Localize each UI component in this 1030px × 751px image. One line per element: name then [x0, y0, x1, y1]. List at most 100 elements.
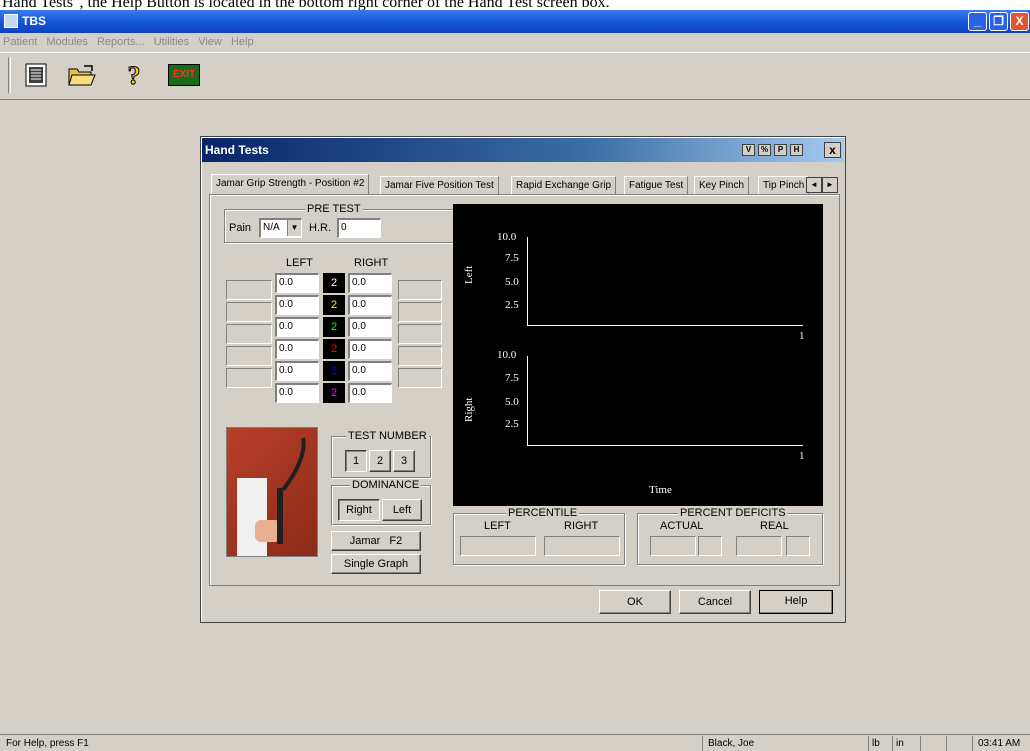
hand-dynamometer-icon [237, 437, 306, 556]
percent-button[interactable]: % [758, 144, 771, 156]
app-titlebar: TBS _ ❐ X [0, 10, 1030, 33]
x-axis-label: Time [649, 484, 672, 496]
y-tick-top-10: 10.0 [497, 231, 517, 243]
bottom-y-axis [527, 356, 528, 445]
tab-fatigue[interactable]: Fatigue Test [624, 176, 689, 194]
pretest-group: PRE TEST Pain N/A ▼ H.R. 0 [224, 203, 454, 243]
dominance-legend: DOMINANCE [350, 479, 422, 491]
right-trial-2[interactable]: 0.0 [348, 295, 392, 315]
y-tick-top-2-5: 2.5 [505, 299, 519, 311]
right-header: RIGHT [354, 257, 389, 269]
right-side-box [398, 280, 442, 300]
tab-strip: Jamar Grip Strength - Position #2 Jamar … [211, 174, 839, 194]
menu-reports[interactable]: Reports... [94, 33, 148, 48]
menu-patient[interactable]: Patient [0, 33, 40, 48]
tab-rapid-exchange[interactable]: Rapid Exchange Grip [511, 176, 617, 194]
tab-scroll-right-icon[interactable]: ► [822, 177, 838, 193]
status-user: Black, Joe [708, 738, 755, 749]
right-side-box [398, 346, 442, 366]
ok-button[interactable]: OK [599, 590, 671, 614]
deficits-actual-label: ACTUAL [660, 520, 704, 532]
y-tick-bottom-2-5: 2.5 [505, 418, 519, 430]
deficits-real-value [736, 536, 782, 556]
test-number-legend: TEST NUMBER [346, 430, 429, 442]
y-tick-bottom-7-5: 7.5 [505, 372, 519, 384]
right-trial-6[interactable]: 0.0 [348, 383, 392, 403]
left-trial-6[interactable]: 0.0 [275, 383, 319, 403]
jamar-f2-button[interactable]: Jamar F2 [331, 531, 421, 551]
test-number-1[interactable]: 1 [345, 450, 367, 472]
deficits-real-label: REAL [760, 520, 789, 532]
right-side-box [398, 368, 442, 388]
test-number-2[interactable]: 2 [369, 450, 391, 472]
menu-help[interactable]: Help [228, 33, 257, 48]
left-trial-1[interactable]: 0.0 [275, 273, 319, 293]
percentile-left-label: LEFT [484, 520, 511, 532]
trial-marker-4: 2 [323, 339, 345, 359]
status-divider [868, 736, 869, 751]
help-tool-button[interactable]: ? [118, 60, 150, 90]
minimize-button[interactable]: _ [968, 12, 987, 31]
single-graph-button[interactable]: Single Graph [331, 554, 421, 574]
restore-button[interactable]: ❐ [989, 12, 1008, 31]
status-unit-weight: lb [872, 738, 880, 749]
right-trial-5[interactable]: 0.0 [348, 361, 392, 381]
percentile-group: PERCENTILE LEFT RIGHT [453, 507, 625, 565]
p-button[interactable]: P [774, 144, 787, 156]
percentile-right-value [544, 536, 620, 556]
cancel-button[interactable]: Cancel [679, 590, 751, 614]
top-x-axis [527, 325, 803, 326]
pain-label: Pain [229, 222, 252, 234]
app-title: TBS [22, 14, 46, 28]
left-header: LEFT [286, 257, 313, 269]
hr-input[interactable]: 0 [337, 218, 381, 238]
svg-text:?: ? [128, 61, 141, 89]
left-trial-4[interactable]: 0.0 [275, 339, 319, 359]
right-trial-1[interactable]: 0.0 [348, 273, 392, 293]
tab-tip-pinch[interactable]: Tip Pinch [758, 176, 810, 194]
left-trial-3[interactable]: 0.0 [275, 317, 319, 337]
tab-jamar-grip[interactable]: Jamar Grip Strength - Position #2 [211, 174, 370, 194]
right-side-box [398, 324, 442, 344]
tab-scroll: ◄ ► [806, 177, 838, 193]
deficits-legend: PERCENT DEFICITS [678, 507, 788, 519]
y-tick-bottom-10: 10.0 [497, 349, 517, 361]
grip-graph: Left 10.0 7.5 5.0 2.5 1 Right 10.0 7.5 5… [453, 204, 823, 506]
h-button[interactable]: H [790, 144, 803, 156]
dialog-title: Hand Tests [205, 143, 269, 157]
dialog-close-button[interactable]: x [824, 142, 841, 158]
tab-key-pinch[interactable]: Key Pinch [694, 176, 750, 194]
test-number-3[interactable]: 3 [393, 450, 415, 472]
dominance-left[interactable]: Left [382, 499, 422, 521]
percentile-left-value [460, 536, 536, 556]
y-tick-top-7-5: 7.5 [505, 252, 519, 264]
top-x-end: 1 [799, 330, 805, 342]
trial-marker-1: 2 [323, 273, 345, 293]
status-divider [972, 736, 973, 751]
deficits-real-extra [786, 536, 810, 556]
jamar-photo [226, 427, 318, 557]
left-trial-5[interactable]: 0.0 [275, 361, 319, 381]
tab-panel: PRE TEST Pain N/A ▼ H.R. 0 LEFT RIGHT 0.… [209, 194, 840, 586]
close-button[interactable]: X [1010, 12, 1029, 31]
list-button[interactable] [20, 60, 52, 90]
right-trial-3[interactable]: 0.0 [348, 317, 392, 337]
dominance-right[interactable]: Right [338, 499, 380, 521]
left-side-box [226, 346, 272, 366]
trial-marker-6: 2 [323, 383, 345, 403]
menu-view[interactable]: View [195, 33, 225, 48]
menu-utilities[interactable]: Utilities [151, 33, 192, 48]
pain-select[interactable]: N/A ▼ [259, 218, 302, 238]
right-trial-4[interactable]: 0.0 [348, 339, 392, 359]
deficits-actual-value [650, 536, 696, 556]
help-button[interactable]: Help [759, 590, 833, 614]
tab-jamar-five[interactable]: Jamar Five Position Test [380, 176, 499, 194]
help-question-icon: ? [127, 61, 141, 89]
left-trial-2[interactable]: 0.0 [275, 295, 319, 315]
v-button[interactable]: V [742, 144, 755, 156]
menu-modules[interactable]: Modules [43, 33, 91, 48]
open-button[interactable] [66, 60, 98, 90]
tab-scroll-left-icon[interactable]: ◄ [806, 177, 822, 193]
exit-button[interactable]: EXIT [168, 60, 200, 90]
deficits-actual-extra [698, 536, 722, 556]
